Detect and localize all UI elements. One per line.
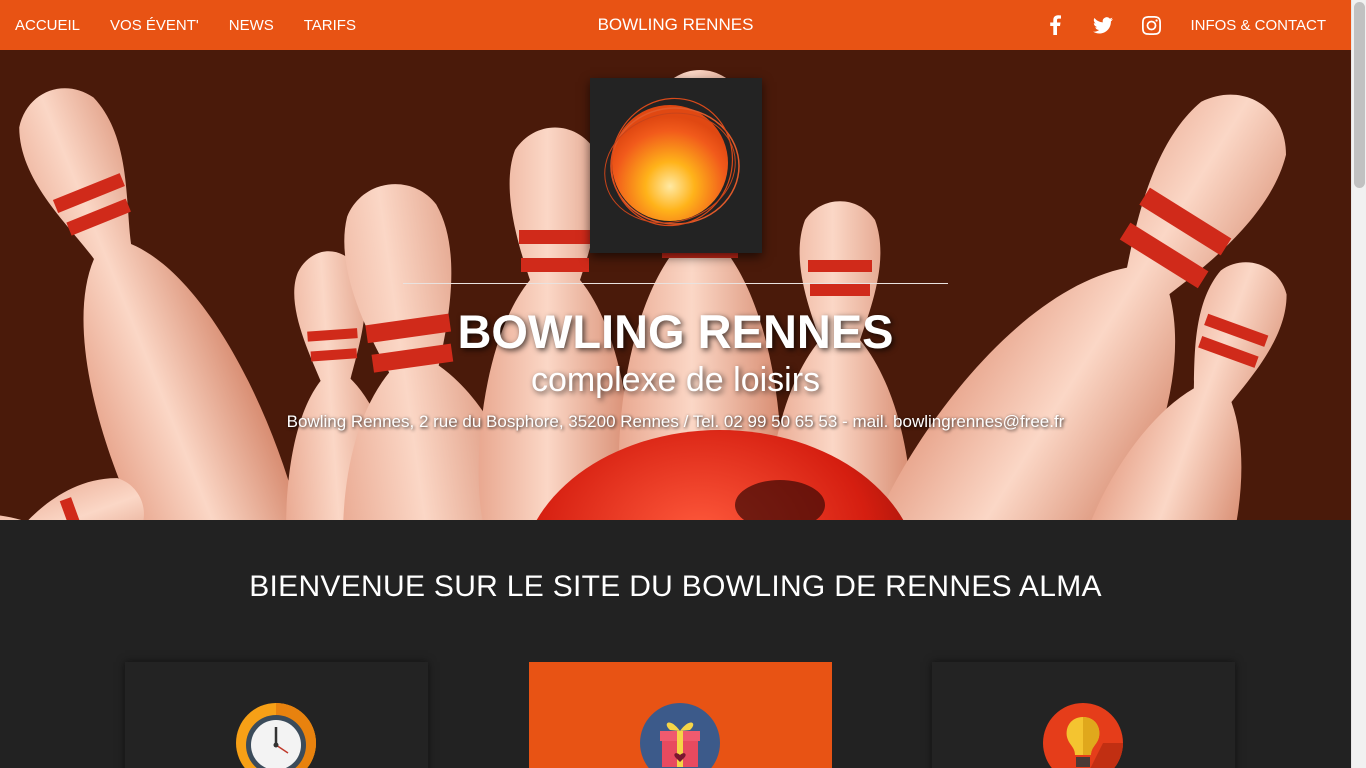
bowling-logo	[590, 78, 762, 253]
hero-divider	[403, 283, 948, 284]
nav-accueil[interactable]: ACCUEIL	[0, 17, 95, 34]
brand-link[interactable]: BOWLING RENNES	[598, 15, 754, 34]
top-navbar: ACCUEIL VOS ÉVENT' NEWS TARIFS BOWLING R…	[0, 0, 1351, 50]
instagram-icon[interactable]	[1127, 0, 1175, 50]
nav-vos-event[interactable]: VOS ÉVENT'	[95, 17, 214, 34]
nav-tarifs[interactable]: TARIFS	[289, 17, 371, 34]
nav-left-links: ACCUEIL VOS ÉVENT' NEWS TARIFS	[0, 0, 371, 50]
hero-title: BOWLING RENNES	[457, 305, 894, 358]
welcome-section: BIENVENUE SUR LE SITE DU BOWLING DE RENN…	[0, 520, 1351, 768]
gift-icon	[640, 703, 720, 768]
lightbulb-icon	[1043, 703, 1123, 768]
card-hours[interactable]	[125, 662, 428, 768]
nav-infos-contact[interactable]: INFOS & CONTACT	[1175, 17, 1341, 34]
twitter-icon[interactable]	[1079, 0, 1127, 50]
hero-contact-info: Bowling Rennes, 2 rue du Bosphore, 35200…	[286, 412, 1065, 431]
card-gift[interactable]	[529, 662, 832, 768]
clock-icon	[236, 703, 316, 768]
facebook-icon[interactable]	[1031, 0, 1079, 50]
card-ideas[interactable]	[932, 662, 1235, 768]
page-scrollbar[interactable]	[1351, 0, 1366, 768]
nav-news[interactable]: NEWS	[214, 17, 289, 34]
scrollbar-thumb[interactable]	[1354, 2, 1365, 188]
welcome-title: BIENVENUE SUR LE SITE DU BOWLING DE RENN…	[249, 570, 1102, 603]
hero-banner: BOWLING RENNES complexe de loisirs Bowli…	[0, 50, 1351, 520]
hero-subtitle: complexe de loisirs	[530, 361, 821, 399]
nav-right: INFOS & CONTACT	[1031, 0, 1341, 50]
